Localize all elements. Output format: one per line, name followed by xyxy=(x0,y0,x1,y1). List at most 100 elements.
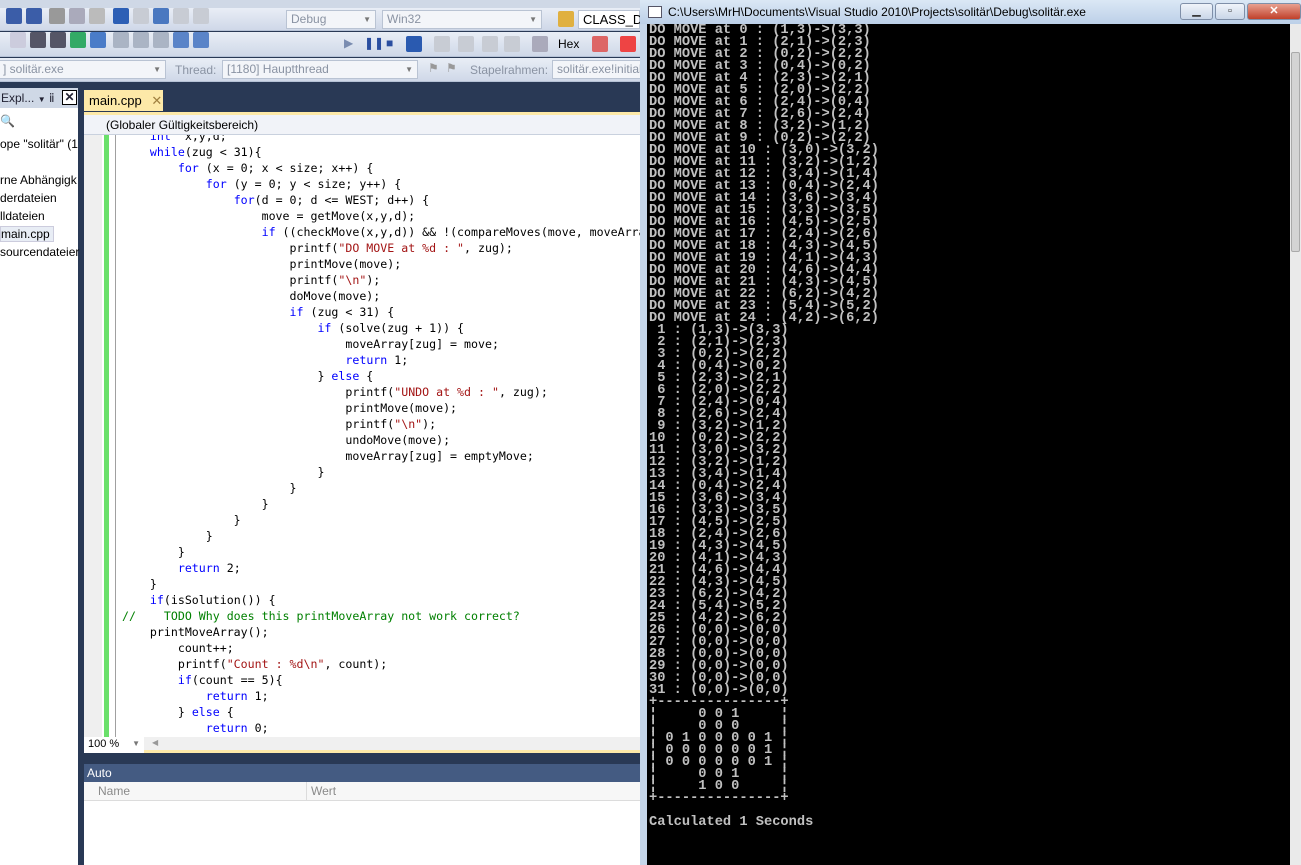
code-token: count++; xyxy=(122,641,234,655)
close-button[interactable]: ✕ xyxy=(1247,3,1301,20)
code-editor[interactable]: int x,y,d; while(zug < 31){ for (x = 0; … xyxy=(84,135,640,737)
code-token: ); xyxy=(366,273,381,287)
uncomment-icon[interactable] xyxy=(70,32,86,48)
comment-icon[interactable] xyxy=(50,32,66,48)
bookmark-next-icon[interactable] xyxy=(133,32,150,48)
code-token: "DO MOVE at %d : " xyxy=(338,241,465,255)
external-deps-node[interactable]: rne Abhängigk xyxy=(0,173,77,187)
maximize-button[interactable]: ▫ xyxy=(1215,3,1245,20)
code-token: "Count : %d\n" xyxy=(226,657,325,671)
code-token: ); xyxy=(422,417,437,431)
pause-icon[interactable]: ❚❚ xyxy=(364,36,384,50)
hex-button[interactable]: Hex xyxy=(558,37,579,51)
code-line: move = getMove(x,y,d); xyxy=(122,208,640,224)
bookmark-clear-icon[interactable] xyxy=(173,32,190,48)
step-out-icon[interactable] xyxy=(504,36,520,52)
quickwatch-icon[interactable] xyxy=(532,36,548,52)
close-icon[interactable]: ✕ xyxy=(151,93,162,108)
save-all-icon[interactable] xyxy=(26,8,42,24)
breakpoint-icon[interactable] xyxy=(592,36,608,52)
code-token: return xyxy=(177,561,220,575)
bookmark-icon[interactable] xyxy=(90,32,106,48)
thread-select[interactable]: [1180] Hauptthread ▼ xyxy=(222,60,418,79)
column-value[interactable]: Wert xyxy=(311,784,336,798)
bookmark-list-icon[interactable] xyxy=(193,32,210,48)
paste-icon[interactable] xyxy=(89,8,106,24)
scope-select[interactable]: (Globaler Gültigkeitsbereich) xyxy=(84,112,640,135)
show-next-statement-icon[interactable] xyxy=(434,36,450,52)
code-line: printf("\n"); xyxy=(122,416,640,432)
find-input[interactable]: CLASS_DEC xyxy=(578,10,660,29)
main-cpp-node[interactable]: main.cpp xyxy=(0,226,54,242)
stack-frame-select[interactable]: solitär.exe!initial xyxy=(552,60,642,79)
start-debug-icon[interactable] xyxy=(192,8,209,24)
resource-files-node[interactable]: sourcendateier xyxy=(0,245,79,259)
save-icon[interactable] xyxy=(6,8,22,24)
code-token: } xyxy=(122,513,241,527)
code-token: x,y,d; xyxy=(170,135,227,143)
bookmark-prev-icon[interactable] xyxy=(113,32,130,48)
chevron-down-icon: ▼ xyxy=(405,65,413,74)
code-line: if ((checkMove(x,y,d)) && !(compareMoves… xyxy=(122,224,640,240)
header-files-node[interactable]: derdateien xyxy=(0,191,57,205)
code-line: for (x = 0; x < size; x++) { xyxy=(122,160,640,176)
code-token: moveArray[zug] = move; xyxy=(122,337,499,351)
continue-icon[interactable]: ▶ xyxy=(344,36,353,50)
solution-node[interactable]: ope "solitär" (1 xyxy=(0,137,78,151)
stack-frame-value: solitär.exe!initial xyxy=(557,62,642,76)
restart-icon[interactable] xyxy=(406,36,422,52)
code-line: } xyxy=(122,544,640,560)
chevron-down-icon: ▼ xyxy=(132,739,140,748)
navigate-forward-icon[interactable] xyxy=(172,8,189,24)
navigate-icon[interactable] xyxy=(152,8,169,24)
find-in-files-icon[interactable] xyxy=(558,11,574,27)
flag-icon[interactable]: ⚑ xyxy=(428,61,439,75)
solution-explorer: 🔍 ope "solitär" (1 rne Abhängigk derdate… xyxy=(0,88,79,865)
code-token: (d = 0; d <= WEST; d++) { xyxy=(254,193,430,207)
tab-main-cpp[interactable]: main.cpp ✕ xyxy=(84,90,163,111)
pin-icon[interactable]: ⅱ xyxy=(49,91,55,105)
thread-value: [1180] Hauptthread xyxy=(227,62,329,76)
search-icon[interactable]: 🔍 xyxy=(0,114,15,128)
code-token: } xyxy=(122,529,213,543)
code-line: moveArray[zug] = move; xyxy=(122,336,640,352)
chevron-down-icon: ▼ xyxy=(153,65,161,74)
process-select[interactable]: ] solitär.exe ▼ xyxy=(0,60,166,79)
column-name[interactable]: Name xyxy=(98,784,130,798)
step-over-icon[interactable] xyxy=(482,36,498,52)
exception-icon[interactable] xyxy=(620,36,636,52)
code-line: if (solve(zug + 1)) { xyxy=(122,320,640,336)
zoom-select[interactable]: 100 % ▼ xyxy=(84,737,144,753)
outdent-icon[interactable] xyxy=(30,32,46,48)
stop-icon[interactable]: ■ xyxy=(386,36,393,50)
code-text[interactable]: int x,y,d; while(zug < 31){ for (x = 0; … xyxy=(122,135,640,736)
platform-select[interactable]: Win32 ▼ xyxy=(382,10,542,29)
source-files-node[interactable]: lldateien xyxy=(0,209,45,223)
code-line: return 1; xyxy=(122,688,640,704)
undo-icon[interactable] xyxy=(112,8,129,24)
code-token: else xyxy=(331,369,360,383)
code-token: printf( xyxy=(122,657,227,671)
code-token: for xyxy=(205,177,227,191)
scrollbar-thumb[interactable] xyxy=(1291,52,1300,252)
cut-icon[interactable] xyxy=(49,8,66,24)
code-line: printMove(move); xyxy=(122,256,640,272)
scroll-left-icon[interactable]: ◀ xyxy=(152,738,158,747)
close-icon[interactable]: ✕ xyxy=(62,90,77,105)
indicator-margin[interactable] xyxy=(84,135,102,737)
copy-icon[interactable] xyxy=(69,8,86,24)
dropdown-icon[interactable]: ▼ xyxy=(38,95,46,104)
configuration-select[interactable]: Debug ▼ xyxy=(286,10,376,29)
minimize-button[interactable]: ▁ xyxy=(1180,3,1213,20)
indent-icon[interactable] xyxy=(10,32,26,48)
redo-icon[interactable] xyxy=(132,8,149,24)
console-scrollbar[interactable] xyxy=(1290,24,1301,865)
code-token: 0; xyxy=(247,721,269,735)
step-into-icon[interactable] xyxy=(458,36,474,52)
chevron-down-icon: ▼ xyxy=(529,15,537,24)
flag-all-icon[interactable]: ⚑ xyxy=(446,61,457,75)
zoom-value: 100 % xyxy=(88,738,120,750)
bookmark-folder-icon[interactable] xyxy=(153,32,170,48)
